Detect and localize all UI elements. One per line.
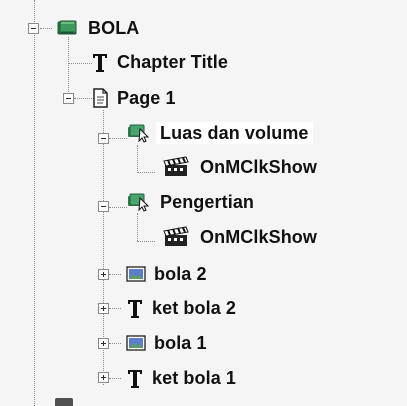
expand-bola2-icon[interactable] [98,269,109,280]
tree-item-page-1[interactable]: Page 1 [91,83,176,113]
collapse-root-icon[interactable] [28,23,39,34]
tree-item-bola[interactable]: BOLA [56,13,139,43]
text-icon [91,51,109,73]
tree-line-luas [137,145,138,173]
tree-line-root-h [40,28,52,29]
tree-line-ket-bola1-h [109,378,121,379]
tree-line-pengertian-h [109,207,127,208]
tree-item-label: OnMClkShow [200,227,317,247]
tree-item-label: Chapter Title [117,52,228,72]
tree-item-luas-onmclkshow[interactable]: OnMClkShow [161,152,317,182]
tree-item-luas-dan-volume[interactable]: Luas dan volume [126,118,313,148]
image-icon [126,266,146,282]
collapse-page1-icon[interactable] [63,93,74,104]
expand-ket-bola2-icon[interactable] [98,303,109,314]
text-icon [126,297,144,319]
interaction-icon [126,123,152,143]
interaction-icon [126,192,152,212]
clapper-icon [161,226,192,248]
tree-item-label: OnMClkShow [200,157,317,177]
tree-item-ket-bola-1[interactable]: ket bola 1 [126,363,236,393]
image-icon [126,335,146,351]
project-tree: BOLA Chapter Title Page 1 Luas dan volum… [0,0,407,406]
partial-next-item-icon [55,398,73,406]
tree-line-bola1-h [109,343,121,344]
tree-item-bola-2[interactable]: bola 2 [126,259,207,289]
tree-line-luas-h [109,138,127,139]
tree-line-bola2-h [109,274,121,275]
tree-item-chapter-title[interactable]: Chapter Title [91,47,228,77]
book-icon [56,19,80,37]
tree-item-pengertian[interactable]: Pengertian [126,187,254,217]
page-icon [91,87,109,109]
tree-item-label: BOLA [88,18,140,38]
expand-ket-bola1-icon[interactable] [98,372,109,383]
clapper-icon [161,156,192,178]
tree-line-luas-action-h [137,172,155,173]
tree-item-label: ket bola 1 [152,368,237,388]
collapse-pengertian-icon[interactable] [98,201,109,212]
tree-item-label: Page 1 [117,88,176,108]
tree-item-label: Luas dan volume [156,122,313,144]
expand-bola1-icon[interactable] [98,338,109,349]
tree-line-pengertian [137,213,138,241]
tree-item-ket-bola-2[interactable]: ket bola 2 [126,293,236,323]
tree-item-label: ket bola 2 [152,298,237,318]
tree-item-label: bola 1 [154,333,207,353]
tree-line-pengertian-action-h [137,241,155,242]
tree-line-ket-bola2-h [109,308,121,309]
tree-view-panel: BOLA Chapter Title Page 1 Luas dan volum… [0,0,407,406]
tree-line-root-left [34,0,35,406]
tree-item-pengertian-onmclkshow[interactable]: OnMClkShow [161,222,317,252]
text-icon [126,367,144,389]
tree-item-label: bola 2 [154,264,207,284]
tree-item-label: Pengertian [160,192,255,212]
tree-item-bola-1[interactable]: bola 1 [126,328,207,358]
collapse-luas-icon[interactable] [98,133,109,144]
tree-line-chapter-h [68,63,92,64]
